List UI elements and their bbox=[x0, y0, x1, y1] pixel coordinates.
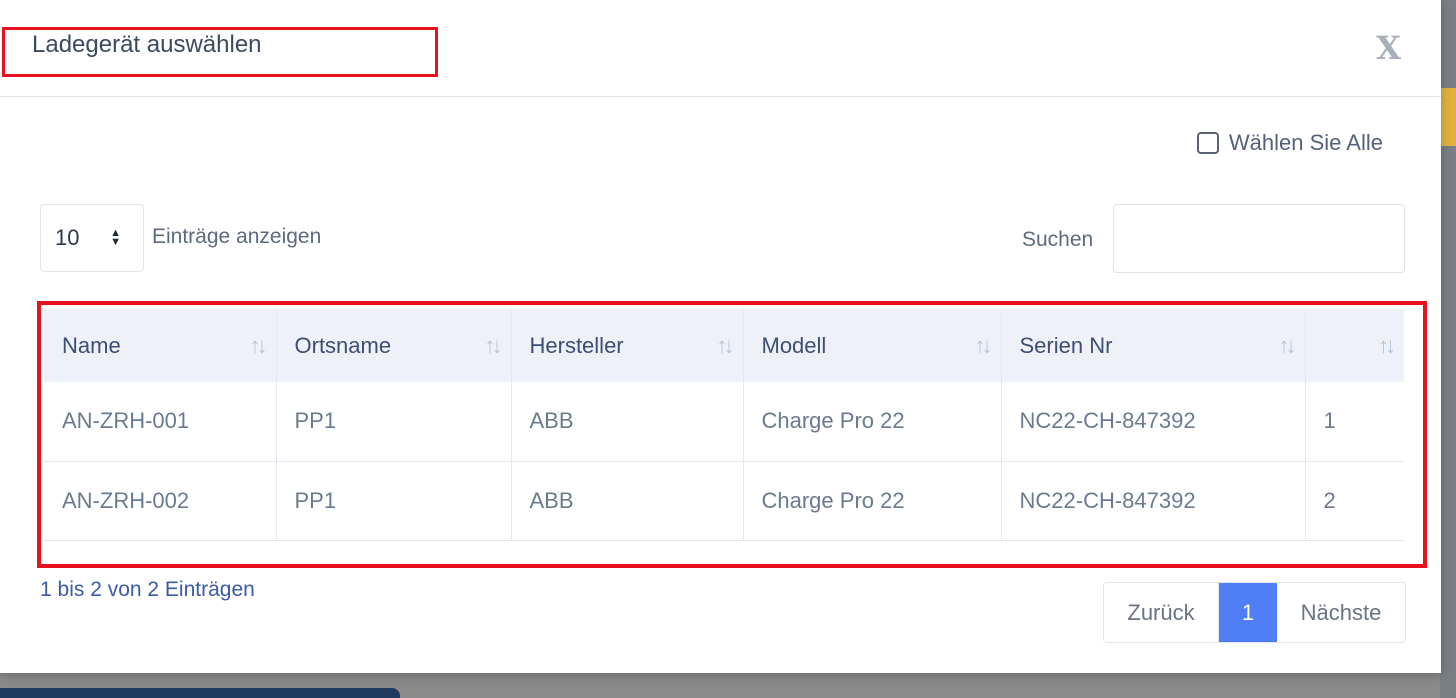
column-header-location[interactable]: Ortsname ↑↓ bbox=[276, 309, 512, 382]
table-row[interactable]: AN-ZRH-002 PP1 ABB Charge Pro 22 NC22-CH… bbox=[44, 461, 1404, 541]
sort-icon: ↑↓ bbox=[1378, 332, 1396, 358]
cell-manufacturer: ABB bbox=[511, 461, 744, 541]
cell-manufacturer: ABB bbox=[511, 382, 744, 462]
next-page-button[interactable]: Nächste bbox=[1277, 583, 1405, 642]
sort-icon: ↑↓ bbox=[716, 332, 735, 358]
select-all-toggle[interactable]: Wählen Sie Alle bbox=[1196, 130, 1383, 156]
cell-serial: NC22-CH-847392 bbox=[1001, 461, 1306, 541]
select-updown-icon: ▲ ▼ bbox=[110, 227, 121, 248]
entries-per-page-label: Einträge anzeigen bbox=[152, 225, 322, 248]
cell-model: Charge Pro 22 bbox=[743, 461, 1002, 541]
column-header-serial[interactable]: Serien Nr ↑↓ bbox=[1001, 309, 1306, 382]
sort-icon: ↑↓ bbox=[249, 332, 268, 358]
modal-header: Ladegerät auswählen X bbox=[0, 0, 1441, 97]
column-header-manufacturer[interactable]: Hersteller ↑↓ bbox=[511, 309, 744, 382]
sort-icon: ↑↓ bbox=[1278, 332, 1297, 358]
modal-title: Ladegerät auswählen bbox=[32, 31, 262, 58]
cell-number: 1 bbox=[1305, 382, 1404, 462]
column-header-number[interactable]: ↑↓ bbox=[1305, 309, 1404, 382]
cell-name: AN-ZRH-002 bbox=[44, 461, 277, 541]
previous-page-button[interactable]: Zurück bbox=[1104, 583, 1219, 642]
cell-serial: NC22-CH-847392 bbox=[1001, 382, 1306, 462]
page-1-button[interactable]: 1 bbox=[1219, 583, 1277, 642]
cell-name: AN-ZRH-001 bbox=[44, 382, 277, 462]
select-all-checkbox[interactable] bbox=[1196, 132, 1219, 154]
search-label: Suchen bbox=[1022, 228, 1094, 251]
cell-number: 2 bbox=[1305, 461, 1404, 541]
column-header-model[interactable]: Modell ↑↓ bbox=[743, 309, 1002, 382]
select-charger-modal: Ladegerät auswählen X Wählen Sie Alle 10… bbox=[0, 0, 1441, 673]
table-info: 1 bis 2 von 2 Einträgen bbox=[40, 578, 255, 601]
chargers-table: Name ↑↓ Ortsname ↑↓ Hersteller ↑↓ Modell ↑↓ … bbox=[44, 309, 1404, 541]
pagination: Zurück 1 Nächste bbox=[1103, 582, 1406, 643]
cell-model: Charge Pro 22 bbox=[743, 382, 1002, 462]
sort-icon: ↑↓ bbox=[974, 332, 993, 358]
close-button[interactable]: X bbox=[1376, 32, 1401, 64]
entries-per-page-select[interactable]: 10 ▲ ▼ bbox=[40, 204, 144, 272]
cell-location: PP1 bbox=[276, 382, 512, 462]
table-header-row: Name ↑↓ Ortsname ↑↓ Hersteller ↑↓ Modell ↑↓ … bbox=[44, 309, 1404, 382]
search-input[interactable] bbox=[1113, 204, 1405, 273]
entries-per-page-value: 10 bbox=[55, 225, 80, 250]
background-footer-bar bbox=[0, 688, 400, 698]
cell-location: PP1 bbox=[276, 461, 512, 541]
column-header-name[interactable]: Name ↑↓ bbox=[44, 309, 277, 382]
table-row[interactable]: AN-ZRH-001 PP1 ABB Charge Pro 22 NC22-CH… bbox=[44, 382, 1404, 462]
sort-icon: ↑↓ bbox=[484, 332, 503, 358]
select-all-label: Wählen Sie Alle bbox=[1228, 130, 1383, 155]
